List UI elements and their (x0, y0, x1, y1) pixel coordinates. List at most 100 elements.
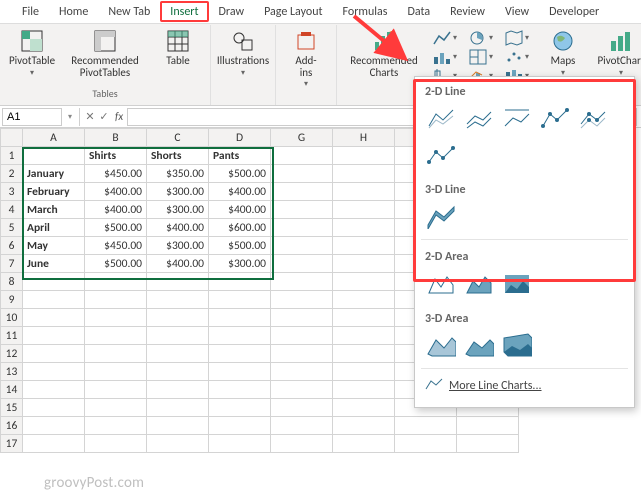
cell[interactable] (333, 183, 395, 201)
3d-stacked-area-option[interactable] (463, 330, 495, 360)
cell[interactable] (333, 435, 395, 453)
row-header[interactable]: 9 (1, 291, 23, 309)
cell[interactable] (85, 345, 147, 363)
insert-scatter-chart-button[interactable]: ▾ (505, 48, 531, 66)
cell[interactable]: January (23, 165, 85, 183)
3d-area-chart-option[interactable] (425, 330, 457, 360)
cell[interactable]: $500.00 (209, 165, 271, 183)
stacked-area-chart-option[interactable] (463, 268, 495, 298)
cell[interactable] (333, 327, 395, 345)
row-header[interactable]: 14 (1, 381, 23, 399)
cell[interactable]: Shorts (147, 147, 209, 165)
tab-pagelayout[interactable]: Page Layout (254, 1, 332, 22)
cell[interactable] (271, 165, 333, 183)
cell[interactable] (457, 417, 519, 435)
cell[interactable] (271, 273, 333, 291)
cell[interactable] (209, 381, 271, 399)
cell[interactable] (271, 399, 333, 417)
table-button[interactable]: Table (154, 29, 202, 67)
cell[interactable] (271, 291, 333, 309)
cell[interactable] (271, 183, 333, 201)
tab-view[interactable]: View (495, 1, 539, 22)
row-header[interactable]: 10 (1, 309, 23, 327)
row-header[interactable]: 2 (1, 165, 23, 183)
cell[interactable] (23, 291, 85, 309)
cell[interactable]: $400.00 (209, 183, 271, 201)
cell[interactable] (85, 381, 147, 399)
cell[interactable]: $400.00 (85, 201, 147, 219)
3d-line-chart-option[interactable] (425, 201, 457, 231)
row-header[interactable]: 3 (1, 183, 23, 201)
cell[interactable] (85, 273, 147, 291)
insert-pie-chart-button[interactable]: ▾ (469, 29, 495, 47)
cell[interactable] (23, 399, 85, 417)
insert-hierarchy-chart-button[interactable]: ▾ (469, 48, 495, 66)
cell[interactable] (23, 309, 85, 327)
cell[interactable] (23, 363, 85, 381)
cell[interactable]: March (23, 201, 85, 219)
namebox-dropdown-icon[interactable]: ▾ (64, 112, 76, 122)
cell[interactable]: $500.00 (85, 219, 147, 237)
cell[interactable] (85, 327, 147, 345)
cell[interactable] (147, 381, 209, 399)
col-header[interactable]: D (209, 129, 271, 147)
pivottable-button[interactable]: PivotTable ▾ (8, 29, 56, 77)
cell[interactable] (23, 273, 85, 291)
cell[interactable] (85, 399, 147, 417)
cancel-formula-icon[interactable]: ✕ (83, 110, 97, 123)
cell[interactable] (147, 273, 209, 291)
tab-data[interactable]: Data (397, 1, 440, 22)
cell[interactable] (333, 309, 395, 327)
100pct-stacked-line-option[interactable] (501, 103, 533, 133)
cell[interactable] (271, 345, 333, 363)
cell[interactable]: $300.00 (147, 201, 209, 219)
col-header[interactable]: G (271, 129, 333, 147)
cell[interactable] (23, 327, 85, 345)
cell[interactable] (147, 327, 209, 345)
insert-line-chart-button[interactable]: ▾ (433, 29, 459, 47)
cell[interactable] (85, 417, 147, 435)
line-with-markers-option[interactable] (539, 103, 571, 133)
fx-icon[interactable]: fx (111, 110, 127, 123)
tab-review[interactable]: Review (440, 1, 495, 22)
cell[interactable] (333, 363, 395, 381)
select-all-corner[interactable] (1, 129, 23, 147)
cell[interactable] (333, 237, 395, 255)
cell[interactable] (209, 273, 271, 291)
cell[interactable] (85, 363, 147, 381)
tab-developer[interactable]: Developer (539, 1, 609, 22)
row-header[interactable]: 1 (1, 147, 23, 165)
row-header[interactable]: 7 (1, 255, 23, 273)
cell[interactable] (333, 165, 395, 183)
col-header[interactable]: A (23, 129, 85, 147)
cell[interactable]: $400.00 (209, 201, 271, 219)
tab-insert[interactable]: Insert (160, 1, 208, 22)
cell[interactable] (271, 417, 333, 435)
row-header[interactable]: 12 (1, 345, 23, 363)
row-header[interactable]: 13 (1, 363, 23, 381)
row-header[interactable]: 16 (1, 417, 23, 435)
cell[interactable] (457, 435, 519, 453)
cell[interactable]: $300.00 (209, 255, 271, 273)
cell[interactable] (23, 147, 85, 165)
cell[interactable] (209, 435, 271, 453)
cell[interactable] (147, 363, 209, 381)
col-header[interactable]: B (85, 129, 147, 147)
cell[interactable] (395, 417, 457, 435)
cell[interactable] (23, 381, 85, 399)
recommended-pivottables-button[interactable]: Recommended PivotTables (66, 29, 144, 78)
cell[interactable] (147, 435, 209, 453)
cell[interactable] (23, 435, 85, 453)
illustrations-button[interactable]: Illustrations ▾ (219, 29, 267, 77)
cell[interactable] (23, 417, 85, 435)
cell[interactable]: $500.00 (85, 255, 147, 273)
cell[interactable] (333, 291, 395, 309)
cell[interactable] (209, 363, 271, 381)
cell[interactable] (147, 399, 209, 417)
cell[interactable]: $400.00 (85, 183, 147, 201)
cell[interactable] (271, 201, 333, 219)
cell[interactable] (209, 291, 271, 309)
cell[interactable]: February (23, 183, 85, 201)
cell[interactable] (209, 417, 271, 435)
cell[interactable] (85, 291, 147, 309)
